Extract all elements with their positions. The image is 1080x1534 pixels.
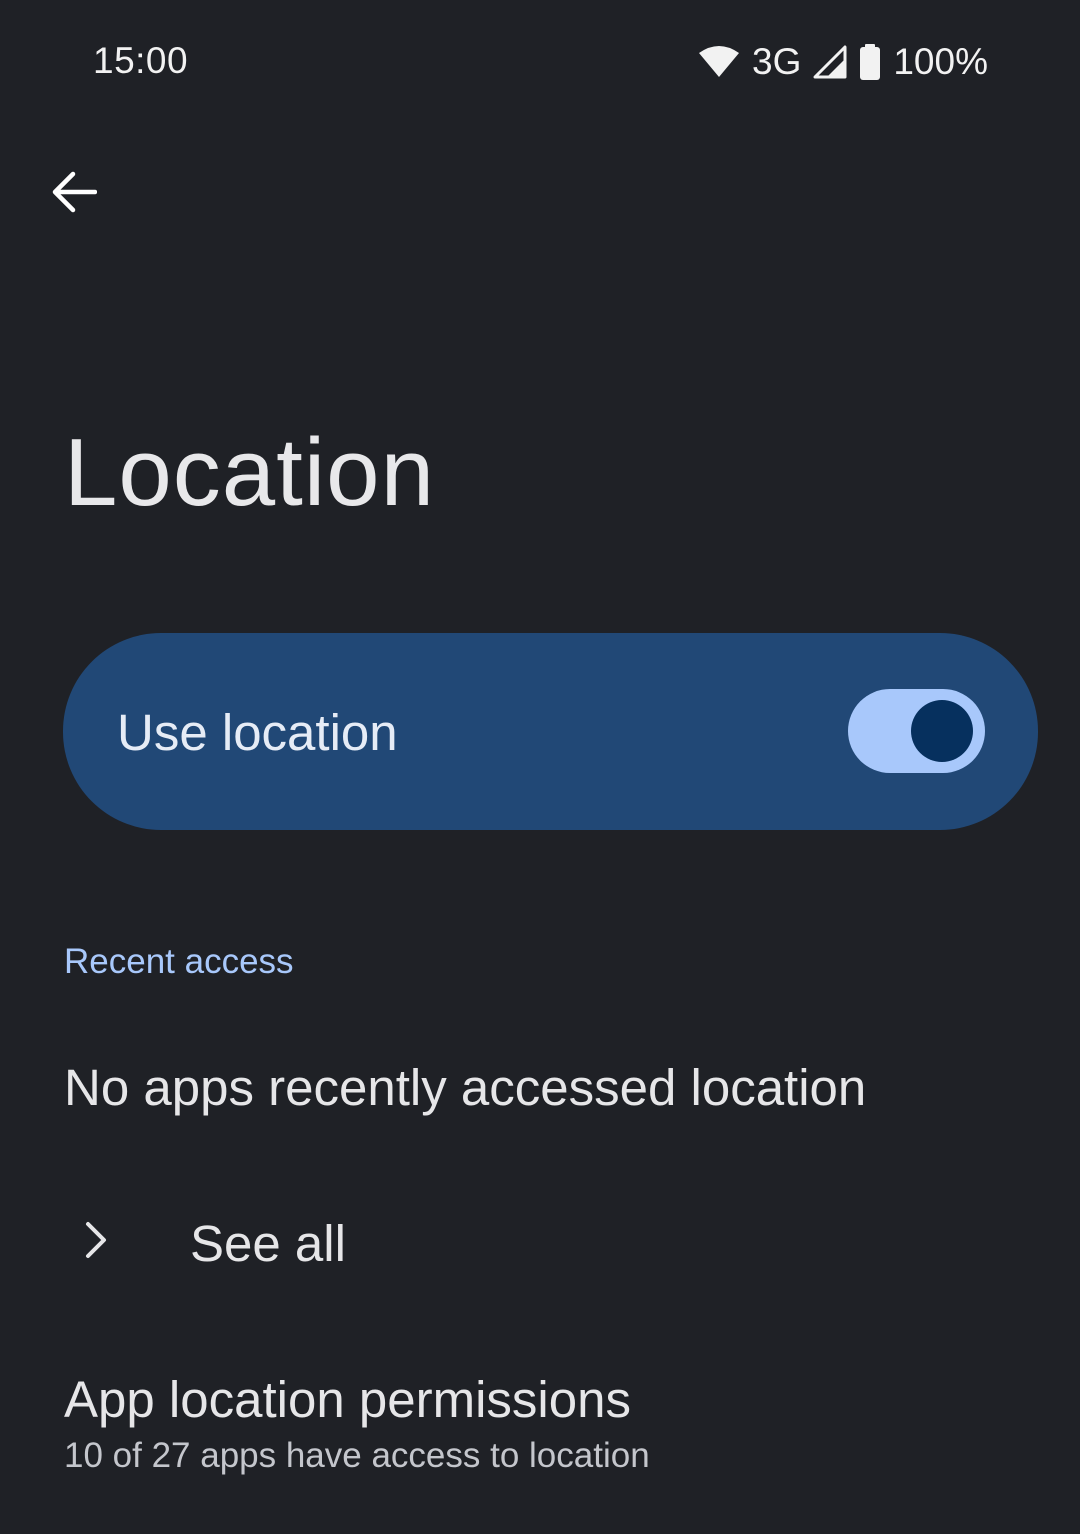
battery-icon <box>859 44 881 80</box>
use-location-label: Use location <box>117 704 398 761</box>
app-location-permissions-item[interactable]: App location permissions 10 of 27 apps h… <box>0 1350 1080 1500</box>
arrow-back-icon <box>51 171 98 218</box>
status-bar: 15:00 3G 100% <box>0 0 1080 120</box>
app-location-permissions-title: App location permissions <box>64 1371 631 1428</box>
see-all-label: See all <box>190 1215 346 1272</box>
status-time: 15:00 <box>93 40 189 81</box>
cell-signal-icon <box>813 45 847 79</box>
chevron-right-icon <box>76 1220 116 1260</box>
wifi-icon <box>698 45 740 79</box>
back-button[interactable] <box>40 160 108 228</box>
network-type: 3G <box>752 41 802 82</box>
recent-access-header: Recent access <box>64 942 294 981</box>
battery-percent: 100% <box>893 41 988 82</box>
see-all-button[interactable]: See all <box>0 1178 1080 1304</box>
use-location-toggle[interactable] <box>848 689 985 773</box>
status-icons: 3G 100% <box>698 40 988 84</box>
page-title: Location <box>64 419 435 526</box>
app-location-permissions-summary: 10 of 27 apps have access to location <box>64 1436 650 1475</box>
toggle-thumb <box>911 700 973 762</box>
no-recent-access-text: No apps recently accessed location <box>64 1059 867 1116</box>
use-location-switch-bar[interactable]: Use location <box>63 633 1038 830</box>
